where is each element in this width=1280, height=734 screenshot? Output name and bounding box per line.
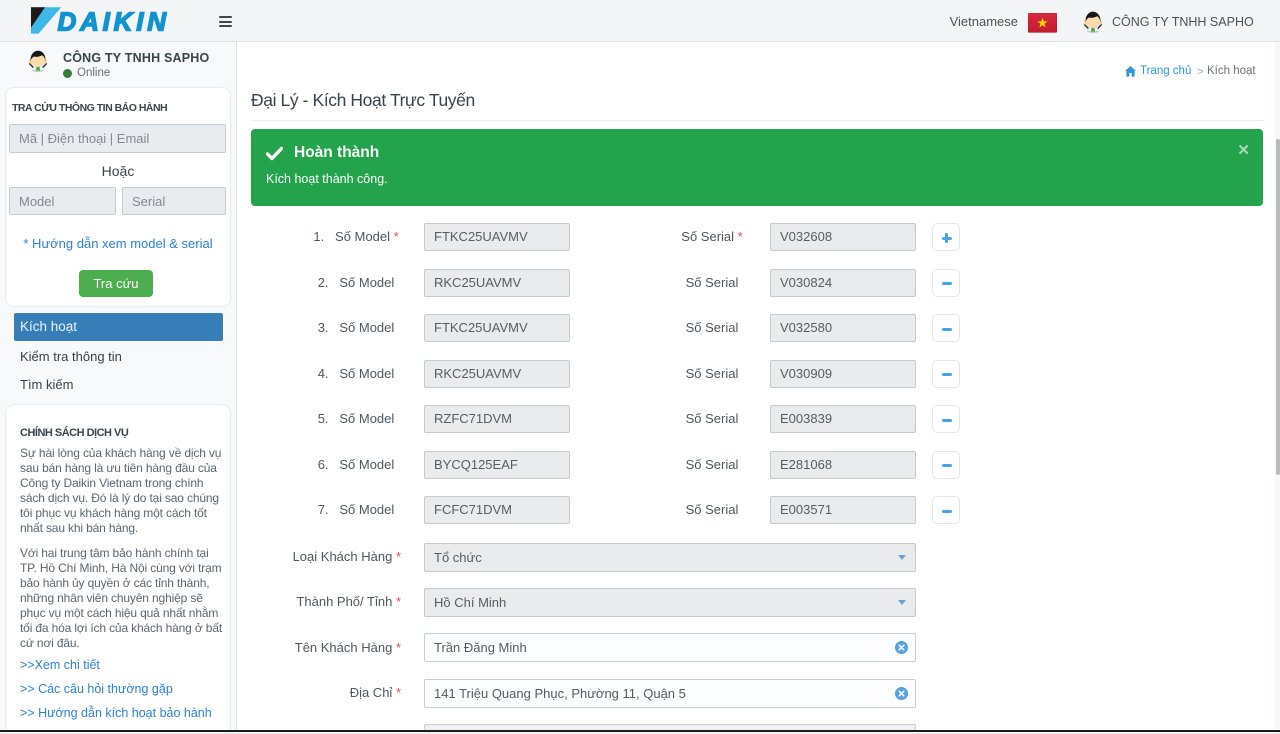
svg-text:DAIKIN: DAIKIN	[58, 7, 170, 35]
